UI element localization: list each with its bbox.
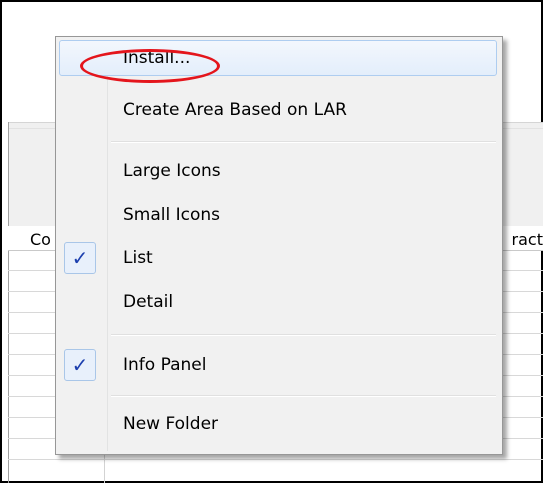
menu-item-label: Info Panel [123, 355, 207, 375]
menu-item-label: Create Area Based on LAR [123, 100, 347, 120]
menu-item-create-area-based-on-lar[interactable]: Create Area Based on LAR [59, 92, 497, 128]
menu-item-install[interactable]: Install... [59, 40, 497, 76]
column-header-left[interactable]: Co [30, 230, 51, 249]
menu-item-detail[interactable]: Detail [59, 284, 497, 320]
menu-item-label: Install... [123, 48, 191, 68]
menu-item-large-icons[interactable]: Large Icons [59, 153, 497, 189]
menu-item-new-folder[interactable]: New Folder [59, 406, 497, 442]
menu-item-label: Small Icons [123, 205, 221, 225]
menu-item-label: Large Icons [123, 161, 221, 181]
checkmark-icon: ✓ [64, 242, 96, 274]
menu-item-info-panel[interactable]: ✓ Info Panel [59, 347, 497, 383]
column-header-right[interactable]: ract [512, 230, 543, 249]
menu-separator [111, 334, 496, 336]
menu-item-list[interactable]: ✓ List [59, 240, 497, 276]
menu-separator [111, 395, 496, 397]
checkmark-icon: ✓ [64, 349, 96, 381]
menu-item-label: New Folder [123, 414, 219, 434]
menu-item-label: List [123, 248, 153, 268]
context-menu: Install... Create Area Based on LAR Larg… [55, 36, 503, 455]
menu-item-label: Detail [123, 292, 174, 312]
menu-separator [111, 141, 496, 143]
menu-item-small-icons[interactable]: Small Icons [59, 197, 497, 233]
